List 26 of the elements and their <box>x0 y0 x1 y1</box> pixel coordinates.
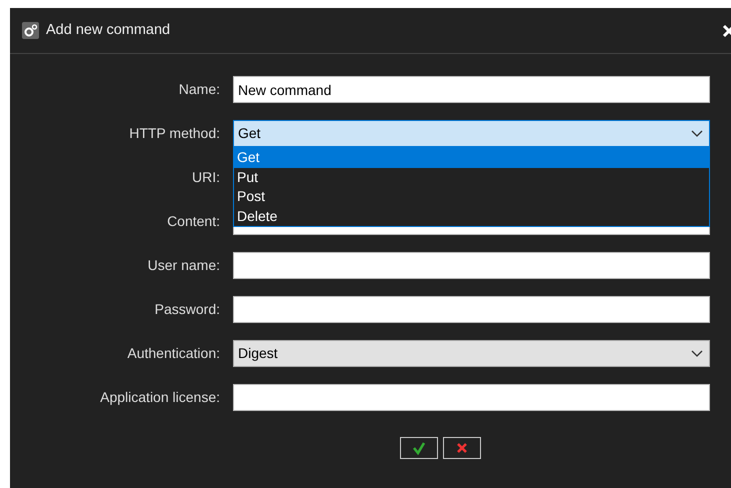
text-field[interactable] <box>233 252 710 279</box>
cross-icon <box>456 442 468 454</box>
dialog-title: Add new command <box>46 20 170 40</box>
text-field[interactable] <box>233 384 710 411</box>
field-label: Password: <box>154 300 220 319</box>
dropdown-field[interactable]: Digest <box>233 340 710 367</box>
dropdown-option[interactable]: Delete <box>234 206 709 226</box>
confirm-button[interactable] <box>400 437 438 459</box>
chevron-down-icon <box>691 350 703 358</box>
field-label: User name: <box>146 256 220 275</box>
text-field[interactable] <box>233 296 710 323</box>
dropdown-option[interactable]: Put <box>234 168 709 187</box>
field-label: Name: <box>178 80 220 99</box>
chevron-down-icon <box>691 130 703 138</box>
field-label: Content: <box>166 212 220 231</box>
cancel-button[interactable] <box>442 437 480 459</box>
field-label: Authentication: <box>126 344 220 363</box>
check-icon <box>412 441 426 455</box>
gears-icon <box>22 22 39 39</box>
field-label: HTTP method: <box>128 124 220 143</box>
field-label: URI: <box>191 168 220 187</box>
text-field[interactable]: New command <box>233 76 710 103</box>
dropdown-option[interactable]: Get <box>234 148 709 168</box>
dropdown-option[interactable]: Post <box>234 187 709 206</box>
field-label: Application license: <box>99 388 220 407</box>
dropdown-field[interactable]: Get <box>233 120 710 147</box>
